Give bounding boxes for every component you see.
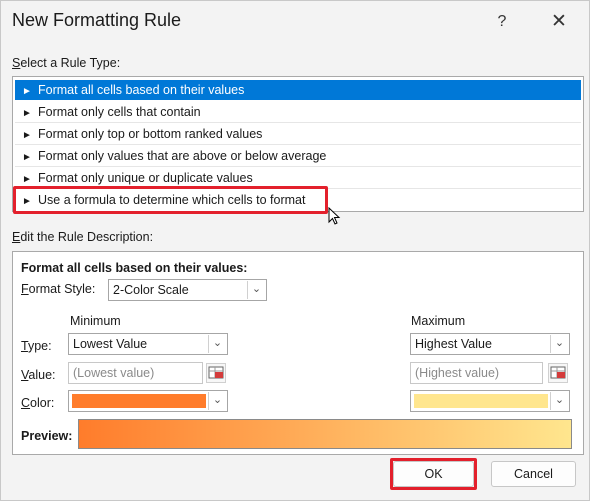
- rule-item-cells-contain[interactable]: ► Format only cells that contain: [15, 102, 581, 122]
- type-label: Type:: [21, 339, 52, 353]
- close-button[interactable]: ✕: [547, 11, 571, 33]
- rule-type-list[interactable]: ► Format all cells based on their values …: [12, 76, 584, 212]
- chevron-down-icon: ⌄: [550, 392, 568, 410]
- rule-description-label-rest: dit the Rule Description:: [20, 230, 154, 244]
- minimum-range-picker-icon[interactable]: [206, 363, 226, 383]
- rule-type-label: Select a Rule Type:: [12, 56, 121, 70]
- arrow-icon: ►: [22, 152, 32, 163]
- divider: [15, 188, 581, 189]
- rule-item-label: Format only cells that contain: [38, 105, 201, 119]
- rule-item-top-bottom[interactable]: ► Format only top or bottom ranked values: [15, 124, 581, 144]
- minimum-color-swatch: [72, 394, 206, 408]
- minimum-color-select[interactable]: ⌄: [68, 390, 228, 412]
- cancel-button[interactable]: Cancel: [491, 461, 576, 487]
- minimum-type-value: Lowest Value: [73, 337, 148, 351]
- divider: [15, 122, 581, 123]
- format-style-value: 2-Color Scale: [113, 283, 189, 297]
- rule-item-all-cells[interactable]: ► Format all cells based on their values: [15, 80, 581, 100]
- value-label-rest: alue:: [28, 368, 56, 382]
- rule-description-panel: Format all cells based on their values: …: [12, 251, 584, 455]
- minimum-heading: Minimum: [70, 314, 121, 328]
- rule-item-use-formula[interactable]: ► Use a formula to determine which cells …: [15, 190, 581, 210]
- new-formatting-rule-dialog: New Formatting Rule ? ✕ Select a Rule Ty…: [0, 0, 590, 501]
- arrow-icon: ►: [22, 130, 32, 141]
- rule-item-unique-duplicate[interactable]: ► Format only unique or duplicate values: [15, 168, 581, 188]
- mouse-cursor-icon: [328, 207, 341, 225]
- type-label-rest: ype:: [27, 339, 52, 353]
- preview-gradient: [78, 419, 572, 449]
- rule-item-above-below-average[interactable]: ► Format only values that are above or be…: [15, 146, 581, 166]
- maximum-type-value: Highest Value: [415, 337, 492, 351]
- color-label-rest: olor:: [30, 396, 55, 410]
- color-label: Color:: [21, 396, 55, 410]
- maximum-value-input[interactable]: (Highest value): [410, 362, 543, 384]
- minimum-type-select[interactable]: Lowest Value ⌄: [68, 333, 228, 355]
- divider: [15, 144, 581, 145]
- rule-item-label: Use a formula to determine which cells t…: [38, 193, 306, 207]
- value-label: Value:: [21, 368, 56, 382]
- rule-item-label: Format only unique or duplicate values: [38, 171, 253, 185]
- divider: [15, 166, 581, 167]
- rule-item-label: Format only values that are above or bel…: [38, 149, 327, 163]
- format-style-label-rest: ormat Style:: [28, 282, 96, 296]
- description-heading: Format all cells based on their values:: [21, 261, 248, 275]
- rule-item-label: Format only top or bottom ranked values: [38, 127, 263, 141]
- arrow-icon: ►: [22, 108, 32, 119]
- title-bar: New Formatting Rule ? ✕: [1, 1, 589, 43]
- arrow-icon: ►: [22, 174, 32, 185]
- maximum-heading: Maximum: [411, 314, 466, 328]
- arrow-icon: ►: [22, 86, 32, 97]
- chevron-down-icon: ⌄: [550, 335, 568, 353]
- format-style-select[interactable]: 2-Color Scale ⌄: [108, 279, 267, 301]
- help-button[interactable]: ?: [490, 11, 514, 33]
- arrow-icon: ►: [22, 196, 32, 207]
- minimum-value-input[interactable]: (Lowest value): [68, 362, 203, 384]
- ok-button[interactable]: OK: [393, 461, 474, 487]
- maximum-color-select[interactable]: ⌄: [410, 390, 570, 412]
- maximum-range-picker-icon[interactable]: [548, 363, 568, 383]
- rule-item-label: Format all cells based on their values: [38, 83, 245, 97]
- format-style-label: Format Style:: [21, 282, 96, 296]
- dialog-title: New Formatting Rule: [12, 10, 182, 30]
- rule-description-label: Edit the Rule Description:: [12, 230, 154, 244]
- maximum-color-swatch: [414, 394, 548, 408]
- rule-type-label-rest: elect a Rule Type:: [20, 56, 121, 70]
- chevron-down-icon: ⌄: [208, 335, 226, 353]
- maximum-type-select[interactable]: Highest Value ⌄: [410, 333, 570, 355]
- preview-label: Preview:: [21, 429, 73, 443]
- chevron-down-icon: ⌄: [247, 281, 265, 299]
- chevron-down-icon: ⌄: [208, 392, 226, 410]
